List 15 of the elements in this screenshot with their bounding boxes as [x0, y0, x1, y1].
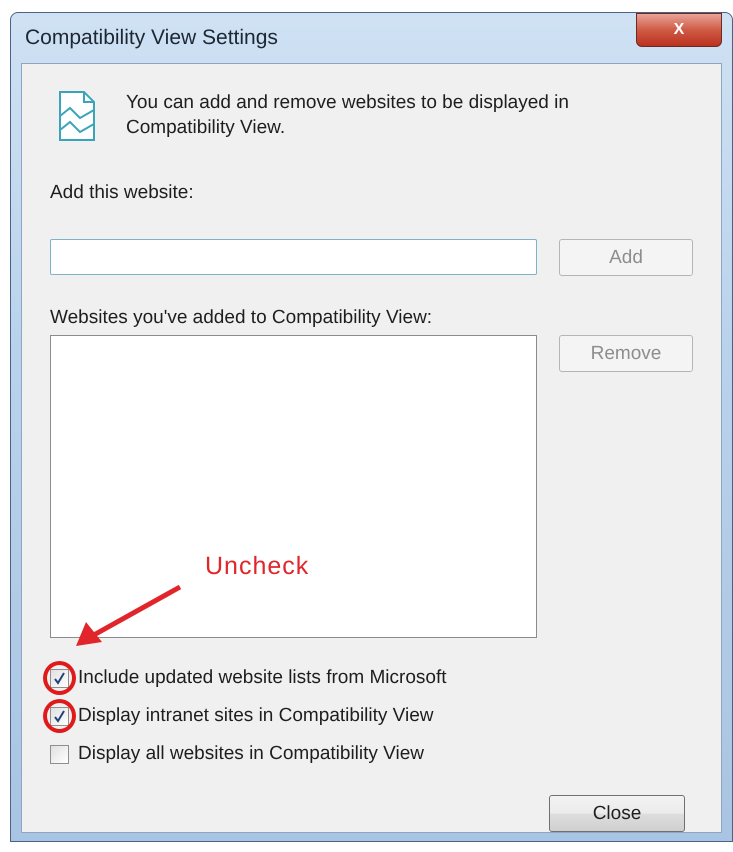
website-field[interactable]: [50, 239, 538, 275]
window-title: Compatibility View Settings: [24, 26, 278, 50]
checkbox[interactable]: [50, 706, 69, 726]
checkbox[interactable]: [50, 744, 69, 764]
option-label: Display all websites in Compatibility View: [78, 743, 424, 765]
option-label: Display intranet sites in Compatibility View: [78, 705, 434, 727]
window-close-button[interactable]: X: [636, 13, 722, 47]
checkbox[interactable]: [50, 668, 69, 688]
option-label: Include updated website lists from Microsoft: [78, 667, 447, 689]
intro-text: You can add and remove websites to be displayed in Compatibility View.: [126, 91, 570, 140]
list-label: Websites you've added to Compatibility View:: [50, 307, 434, 329]
page-icon: [58, 90, 96, 142]
annotation-text: Uncheck: [205, 552, 310, 581]
field-label: Add this website:: [50, 182, 195, 204]
close-dialog-button[interactable]: Close: [549, 795, 685, 832]
